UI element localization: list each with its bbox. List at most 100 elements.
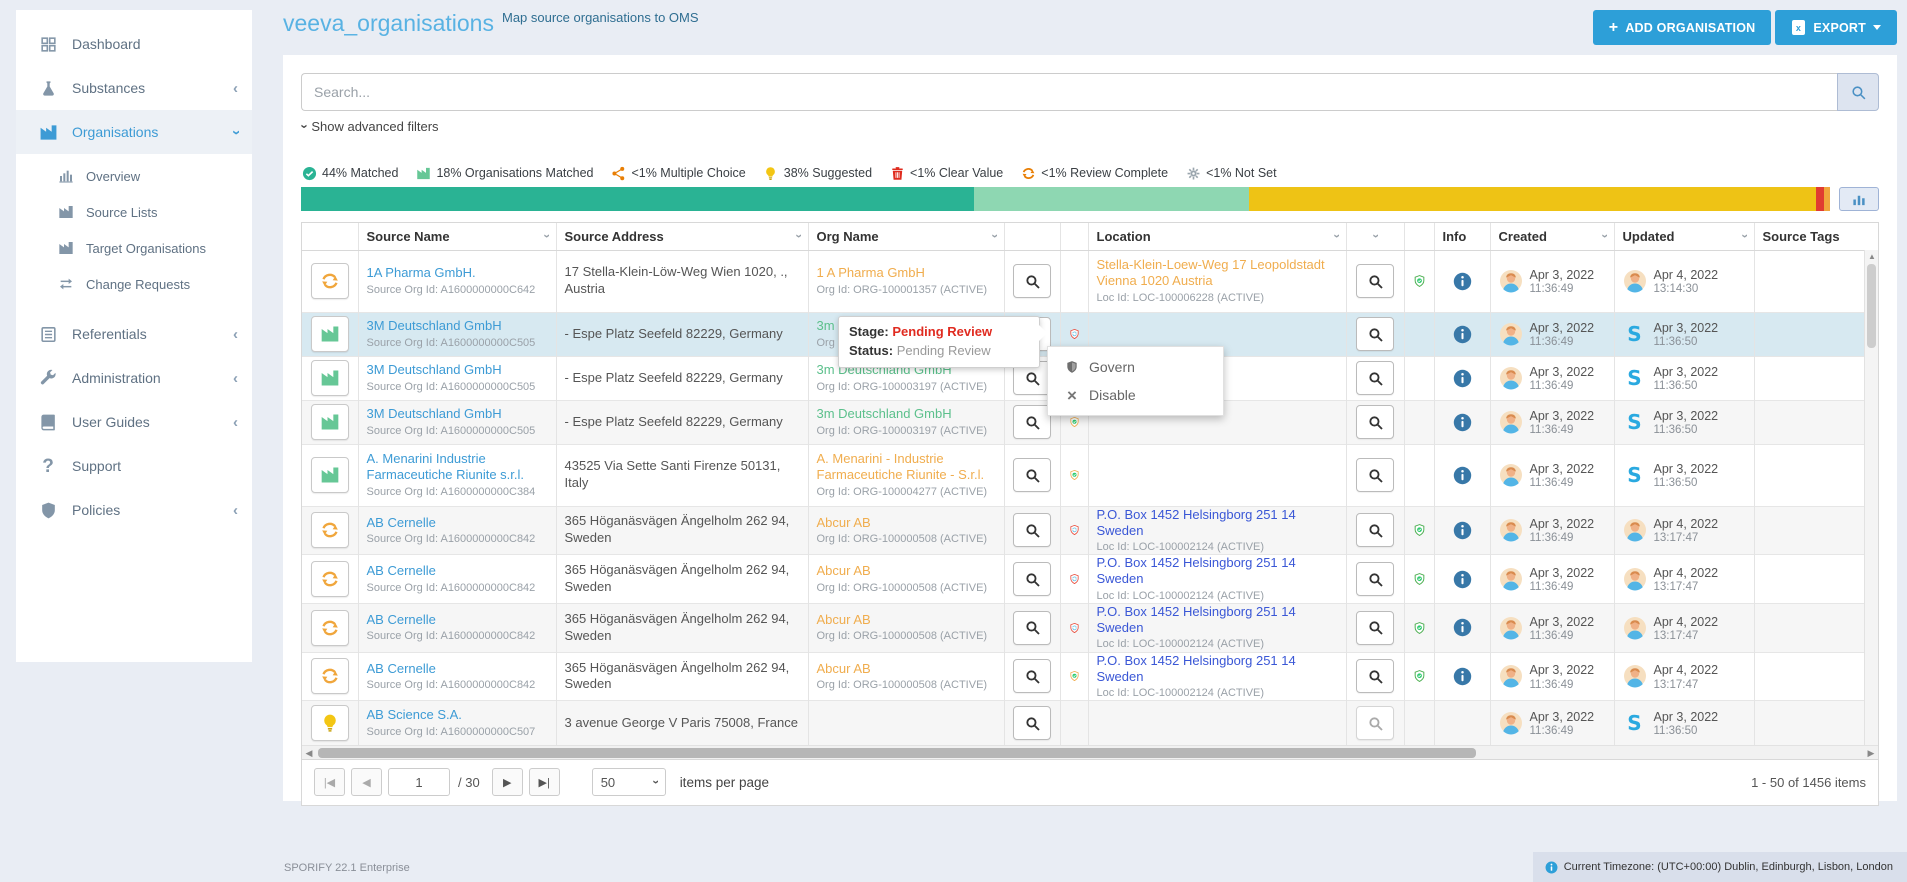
org-search-button[interactable] — [1013, 513, 1051, 547]
column-header-created[interactable]: Created‹ — [1490, 223, 1614, 250]
sort-chevron-icon[interactable]: ‹ — [1597, 234, 1611, 238]
refresh-row-icon[interactable] — [311, 263, 349, 299]
column-header-source-name[interactable]: Source Name‹ — [358, 223, 556, 250]
location-search-button[interactable] — [1356, 706, 1394, 740]
scroll-left-arrow[interactable]: ◀ — [302, 746, 316, 760]
sidebar-item-user-guides[interactable]: User Guides‹ — [16, 400, 252, 444]
org-status-red-refresh-shield-icon[interactable] — [1069, 617, 1080, 639]
table-row[interactable]: A. Menarini Industrie Farmaceutiche Riun… — [302, 444, 1866, 506]
sidebar-item-substances[interactable]: Substances‹ — [16, 66, 252, 110]
info-icon[interactable] — [1443, 521, 1482, 540]
sort-chevron-icon[interactable]: ‹ — [1329, 234, 1343, 238]
next-page-button[interactable]: ▶ — [492, 768, 523, 796]
vertical-scrollbar[interactable]: ▲ ▼ — [1864, 250, 1878, 754]
table-row[interactable]: AB CernelleSource Org Id: A1600000000C84… — [302, 603, 1866, 652]
org-search-button[interactable] — [1013, 458, 1051, 492]
org-search-button[interactable] — [1013, 562, 1051, 596]
refresh-row-icon[interactable] — [311, 658, 349, 694]
vertical-scroll-thumb[interactable] — [1867, 264, 1876, 348]
source-name-link[interactable]: AB Cernelle — [367, 661, 548, 677]
source-name-link[interactable]: 3M Deutschland GmbH — [367, 318, 548, 334]
chart-toggle-button[interactable] — [1839, 187, 1879, 211]
location-link[interactable]: P.O. Box 1452 Helsingborg 251 14 Sweden — [1097, 653, 1338, 686]
source-name-link[interactable]: 3M Deutschland GmbH — [367, 362, 548, 378]
sort-chevron-icon[interactable]: ‹ — [1737, 234, 1751, 238]
location-status-shield-icon[interactable] — [1413, 568, 1426, 590]
location-status-shield-icon[interactable] — [1413, 617, 1426, 639]
add-organisation-button[interactable]: + ADD ORGANISATION — [1593, 10, 1772, 45]
sort-chevron-icon[interactable]: ‹ — [791, 234, 805, 238]
location-search-button[interactable] — [1356, 264, 1394, 298]
source-name-link[interactable]: AB Science S.A. — [367, 707, 548, 723]
scroll-right-arrow[interactable]: ▶ — [1864, 746, 1878, 760]
sidebar-item-referentials[interactable]: Referentials‹ — [16, 312, 252, 356]
column-header-loc-search[interactable]: ‹ — [1346, 223, 1404, 250]
org-status-red-refresh-shield-icon[interactable] — [1069, 568, 1080, 590]
org-status-red-refresh-shield-icon[interactable] — [1069, 519, 1080, 541]
factory-row-icon[interactable] — [311, 360, 349, 396]
org-search-button[interactable] — [1013, 405, 1051, 439]
location-status-shield-icon[interactable] — [1413, 270, 1426, 292]
org-status-red-refresh-shield-icon[interactable] — [1069, 323, 1080, 345]
column-header-org-name[interactable]: Org Name‹ — [808, 223, 1004, 250]
factory-row-icon[interactable] — [311, 316, 349, 352]
location-search-button[interactable] — [1356, 562, 1394, 596]
sort-chevron-icon[interactable]: ‹ — [1368, 234, 1382, 238]
location-search-button[interactable] — [1356, 317, 1394, 351]
column-header-source-address[interactable]: Source Address‹ — [556, 223, 808, 250]
location-search-button[interactable] — [1356, 458, 1394, 492]
location-search-button[interactable] — [1356, 405, 1394, 439]
horizontal-scroll-thumb[interactable] — [318, 748, 1476, 758]
location-status-shield-icon[interactable] — [1413, 665, 1426, 687]
location-search-button[interactable] — [1356, 513, 1394, 547]
info-icon[interactable] — [1443, 272, 1482, 291]
search-input[interactable] — [301, 73, 1837, 111]
table-row[interactable]: AB CernelleSource Org Id: A1600000000C84… — [302, 652, 1866, 701]
sidebar-item-support[interactable]: ?Support — [16, 444, 252, 488]
column-header-updated[interactable]: Updated‹ — [1614, 223, 1754, 250]
table-row[interactable]: AB CernelleSource Org Id: A1600000000C84… — [302, 555, 1866, 604]
prev-page-button[interactable]: ◀ — [351, 768, 382, 796]
table-row[interactable]: 1A Pharma GmbH.Source Org Id: A160000000… — [302, 250, 1866, 312]
last-page-button[interactable]: ▶| — [529, 768, 560, 796]
org-search-button[interactable] — [1013, 611, 1051, 645]
sort-chevron-icon[interactable]: ‹ — [539, 234, 553, 238]
page-size-select[interactable]: 50 ‹ — [592, 768, 666, 796]
info-icon[interactable] — [1443, 667, 1482, 686]
source-name-link[interactable]: AB Cernelle — [367, 515, 548, 531]
sort-chevron-icon[interactable]: ‹ — [987, 234, 1001, 238]
org-search-button[interactable] — [1013, 706, 1051, 740]
location-link[interactable]: P.O. Box 1452 Helsingborg 251 14 Sweden — [1097, 555, 1338, 588]
sidebar-subitem-target-organisations[interactable]: Target Organisations — [16, 230, 252, 266]
location-link[interactable]: P.O. Box 1452 Helsingborg 251 14 Sweden — [1097, 507, 1338, 540]
source-name-link[interactable]: AB Cernelle — [367, 612, 548, 628]
info-icon[interactable] — [1443, 466, 1482, 485]
factory-row-icon[interactable] — [311, 457, 349, 493]
sidebar-item-policies[interactable]: Policies‹ — [16, 488, 252, 532]
org-search-button[interactable] — [1013, 264, 1051, 298]
source-name-link[interactable]: AB Cernelle — [367, 563, 548, 579]
bulb-row-icon[interactable] — [311, 705, 349, 741]
sidebar-item-organisations[interactable]: Organisations‹ — [16, 110, 252, 154]
location-search-button[interactable] — [1356, 659, 1394, 693]
info-icon[interactable] — [1443, 570, 1482, 589]
info-icon[interactable] — [1443, 369, 1482, 388]
first-page-button[interactable]: |◀ — [314, 768, 345, 796]
sidebar-item-administration[interactable]: Administration‹ — [16, 356, 252, 400]
location-link[interactable]: P.O. Box 1452 Helsingborg 251 14 Sweden — [1097, 604, 1338, 637]
location-search-button[interactable] — [1356, 361, 1394, 395]
factory-row-icon[interactable] — [311, 404, 349, 440]
source-name-link[interactable]: 3M Deutschland GmbH — [367, 406, 548, 422]
refresh-row-icon[interactable] — [311, 512, 349, 548]
source-name-link[interactable]: A. Menarini Industrie Farmaceutiche Riun… — [367, 451, 548, 484]
info-icon[interactable] — [1443, 618, 1482, 637]
sidebar-item-dashboard[interactable]: Dashboard — [16, 22, 252, 66]
org-status-yellow-check-shield-icon[interactable] — [1069, 464, 1080, 486]
table-row[interactable]: AB CernelleSource Org Id: A1600000000C84… — [302, 506, 1866, 555]
sidebar-subitem-source-lists[interactable]: Source Lists — [16, 194, 252, 230]
location-status-shield-icon[interactable] — [1413, 519, 1426, 541]
location-link[interactable]: Stella-Klein-Loew-Weg 17 Leopoldstadt Vi… — [1097, 257, 1338, 290]
column-header-location[interactable]: Location‹ — [1088, 223, 1346, 250]
scroll-up-arrow[interactable]: ▲ — [1865, 250, 1879, 263]
refresh-row-icon[interactable] — [311, 561, 349, 597]
